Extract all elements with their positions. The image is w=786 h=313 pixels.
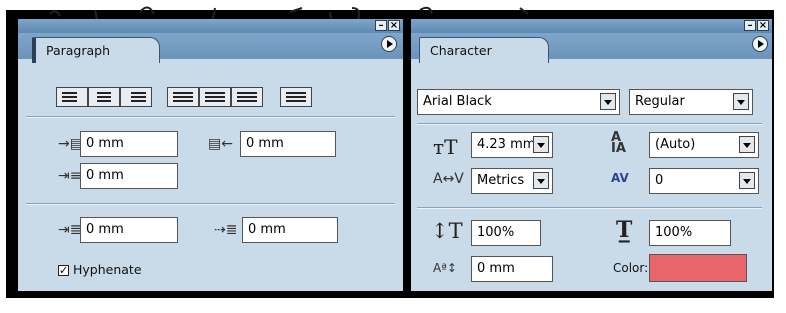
align-left-button[interactable] — [56, 87, 88, 107]
first-line-indent-field[interactable]: 0 mm — [80, 163, 178, 189]
horizontal-scale-field[interactable]: 100% — [649, 220, 731, 246]
space-before-icon: ⇥≣ — [58, 222, 82, 238]
close-button[interactable]: × — [388, 20, 400, 31]
kerning-value: Metrics — [477, 173, 525, 188]
divider — [26, 116, 395, 118]
hyphenate-label: Hyphenate — [73, 262, 142, 277]
horizontal-scale-icon: T̲ — [616, 217, 633, 243]
leading-value: (Auto) — [655, 137, 696, 152]
divider — [26, 203, 395, 205]
justify-right-button[interactable] — [231, 87, 263, 107]
vertical-scale-icon: ↕T — [431, 219, 463, 243]
space-after-icon: ⇢≣ — [214, 222, 238, 238]
right-indent-field[interactable]: 0 mm — [240, 131, 336, 157]
paragraph-tab-row: Paragraph — [18, 33, 403, 63]
font-style-select[interactable]: Regular — [629, 89, 753, 115]
chevron-down-icon[interactable] — [533, 136, 549, 153]
paragraph-title-bar[interactable]: – × — [18, 19, 403, 33]
right-indent-icon: ▤← — [208, 136, 233, 152]
justify-left-icon — [173, 92, 193, 103]
character-title-bar[interactable]: – × — [411, 19, 772, 33]
align-left-icon — [62, 92, 77, 103]
chevron-down-icon[interactable] — [739, 172, 755, 189]
justify-center-button[interactable] — [199, 87, 231, 107]
justify-center-icon — [205, 92, 225, 103]
left-indent-field[interactable]: 0 mm — [80, 131, 178, 157]
font-style-value: Regular — [635, 94, 685, 109]
kerning-field[interactable]: Metrics — [471, 168, 553, 194]
justify-all-icon — [286, 92, 306, 103]
tab-paragraph[interactable]: Paragraph — [32, 37, 160, 63]
close-button[interactable]: × — [757, 20, 769, 31]
justify-left-button[interactable] — [167, 87, 199, 107]
hyphenate-checkbox[interactable]: ✓ — [58, 265, 69, 276]
palette-menu-arrow-icon[interactable] — [381, 36, 397, 52]
align-center-icon — [97, 92, 111, 103]
font-family-value: Arial Black — [423, 94, 492, 109]
tracking-value: 0 — [655, 173, 664, 188]
color-label: Color: — [613, 261, 649, 275]
leading-icon: A IA — [611, 130, 626, 156]
character-tab-row: Character — [411, 33, 772, 63]
paragraph-palette: – × Paragraph →▤ 0 mm ▤← 0 mm ⇥≡ 0 mm ⇥≣… — [18, 19, 403, 291]
palette-menu-arrow-icon[interactable] — [752, 36, 768, 52]
tab-character[interactable]: Character — [419, 37, 549, 63]
baseline-shift-icon: Aª↕ — [433, 261, 457, 275]
baseline-shift-field[interactable]: 0 mm — [471, 256, 553, 282]
character-palette: – × Character Arial Black Regular ᴛT 4.2… — [411, 19, 772, 291]
vertical-scale-field[interactable]: 100% — [471, 220, 541, 246]
tracking-icon: AV — [611, 171, 629, 185]
chevron-down-icon[interactable] — [739, 136, 755, 153]
divider — [417, 207, 762, 209]
font-size-field[interactable]: 4.23 mm — [471, 132, 553, 158]
space-before-field[interactable]: 0 mm — [80, 217, 178, 243]
font-size-value: 4.23 mm — [477, 137, 536, 152]
divider — [417, 123, 762, 125]
font-size-icon: ᴛT — [433, 135, 458, 159]
leading-field[interactable]: (Auto) — [649, 132, 759, 158]
first-line-indent-icon: ⇥≡ — [58, 168, 82, 184]
chevron-down-icon[interactable] — [600, 93, 616, 110]
minimize-button[interactable]: – — [375, 20, 387, 31]
align-center-button[interactable] — [88, 87, 120, 107]
color-swatch[interactable] — [649, 254, 747, 282]
justify-right-icon — [237, 92, 257, 103]
chevron-down-icon[interactable] — [733, 93, 749, 110]
justify-all-button[interactable] — [280, 87, 312, 107]
align-right-icon — [131, 92, 146, 103]
kerning-icon: A↔V — [433, 171, 464, 187]
space-after-field[interactable]: 0 mm — [242, 217, 338, 243]
font-family-select[interactable]: Arial Black — [417, 89, 620, 115]
minimize-button[interactable]: – — [744, 20, 756, 31]
align-right-button[interactable] — [120, 87, 152, 107]
chevron-down-icon[interactable] — [533, 172, 549, 189]
tracking-field[interactable]: 0 — [649, 168, 759, 194]
